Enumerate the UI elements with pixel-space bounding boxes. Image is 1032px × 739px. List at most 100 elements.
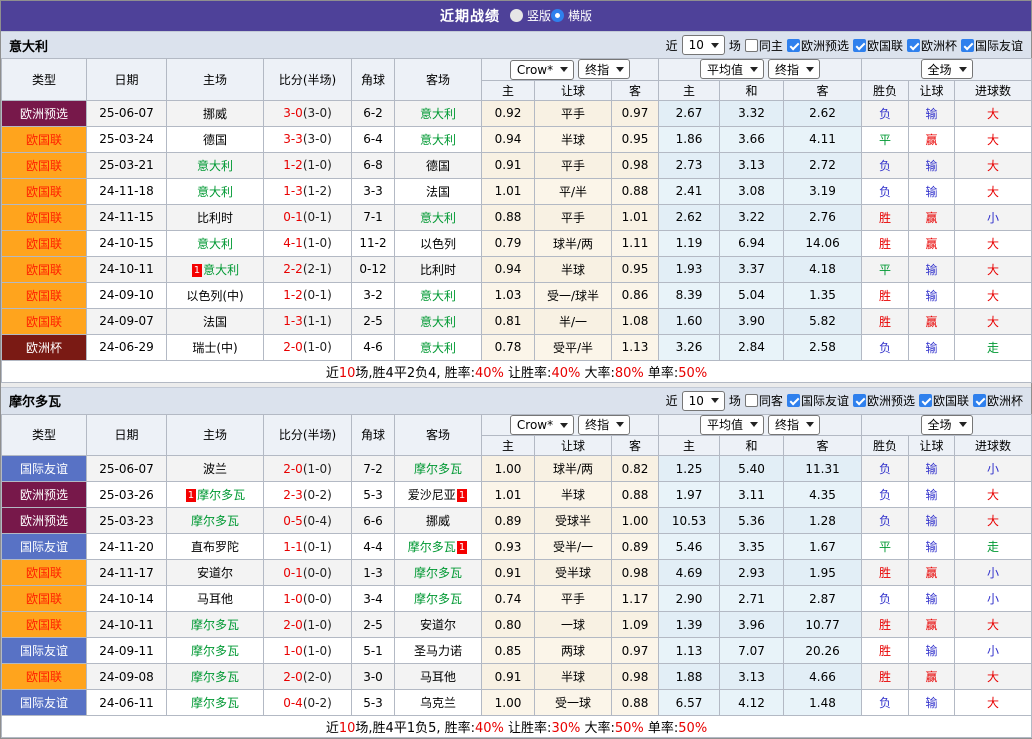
table-row: 欧国联24-09-07法国1-3(1-1)2-5意大利0.81半/一1.081.…	[2, 308, 1032, 334]
layout-radio-vertical[interactable]: 竖版	[510, 7, 551, 24]
same-venue-checkbox[interactable]	[745, 394, 758, 407]
away-team-cell: 马耳他	[395, 664, 482, 690]
away-team-cell: 安道尔	[395, 612, 482, 638]
table-row: 欧国联24-10-15意大利4-1(1-0)11-2以色列0.79球半/两1.1…	[2, 230, 1032, 256]
halftime-score: (0-4)	[303, 514, 332, 528]
away-team-link[interactable]: 意大利	[420, 211, 456, 225]
league-filter[interactable]: 欧洲杯	[973, 392, 1023, 409]
league-filter[interactable]: 欧国联	[853, 37, 903, 54]
league-filter[interactable]: 欧洲预选	[787, 37, 849, 54]
league-checkbox[interactable]	[853, 394, 866, 407]
date-cell: 25-06-07	[87, 456, 167, 482]
col-subheader: 客	[784, 80, 862, 100]
away-team-link[interactable]: 意大利	[420, 315, 456, 329]
away-team-link[interactable]: 法国	[426, 185, 450, 199]
same-venue-checkbox[interactable]	[745, 39, 758, 52]
league-label: 国际友谊	[801, 392, 849, 409]
odds-home-cell: 0.78	[482, 334, 535, 360]
away-team-link[interactable]: 意大利	[420, 133, 456, 147]
league-filter[interactable]: 欧洲杯	[907, 37, 957, 54]
home-team-link[interactable]: 摩尔多瓦	[197, 488, 245, 502]
home-team-link[interactable]: 意大利	[197, 185, 233, 199]
same-venue-filter[interactable]: 同主	[745, 37, 783, 54]
away-team-link[interactable]: 马耳他	[420, 670, 456, 684]
chevron-down-icon	[616, 422, 624, 427]
league-checkbox[interactable]	[973, 394, 986, 407]
home-team-link[interactable]: 摩尔多瓦	[191, 644, 239, 658]
home-team-link[interactable]: 摩尔多瓦	[191, 670, 239, 684]
odds-stage-select[interactable]: 终指	[578, 59, 630, 79]
away-team-link[interactable]: 比利时	[420, 263, 456, 277]
away-team-link[interactable]: 乌克兰	[420, 696, 456, 710]
home-team-link[interactable]: 以色列(中)	[186, 289, 243, 303]
scope-select[interactable]: 全场	[921, 415, 973, 435]
league-checkbox[interactable]	[919, 394, 932, 407]
home-team-link[interactable]: 波兰	[203, 462, 227, 476]
away-team-link[interactable]: 爱沙尼亚	[408, 488, 456, 502]
home-team-link[interactable]: 直布罗陀	[191, 540, 239, 554]
score-cell: 1-2(1-0)	[264, 152, 352, 178]
away-team-link[interactable]: 意大利	[420, 289, 456, 303]
odds-home-cell: 1.00	[482, 456, 535, 482]
home-team-link[interactable]: 摩尔多瓦	[191, 618, 239, 632]
scope-select[interactable]: 全场	[921, 59, 973, 79]
away-team-link[interactable]: 摩尔多瓦	[414, 592, 462, 606]
avg-odds-select[interactable]: 平均值	[700, 59, 764, 79]
home-team-link[interactable]: 比利时	[197, 211, 233, 225]
avg-away-cell: 5.82	[784, 308, 862, 334]
odds-home-cell: 0.89	[482, 508, 535, 534]
home-team-link[interactable]: 意大利	[197, 159, 233, 173]
home-team-link[interactable]: 安道尔	[197, 566, 233, 580]
avg-stage-select[interactable]: 终指	[768, 59, 820, 79]
away-team-link[interactable]: 德国	[426, 159, 450, 173]
away-team-link[interactable]: 挪威	[426, 514, 450, 528]
score-cell: 2-3(0-2)	[264, 482, 352, 508]
away-team-link[interactable]: 摩尔多瓦	[414, 462, 462, 476]
home-team-link[interactable]: 马耳他	[197, 592, 233, 606]
league-checkbox[interactable]	[787, 394, 800, 407]
home-team-link[interactable]: 挪威	[203, 107, 227, 121]
league-filter[interactable]: 欧国联	[919, 392, 969, 409]
away-team-link[interactable]: 意大利	[420, 341, 456, 355]
league-filter[interactable]: 国际友谊	[961, 37, 1023, 54]
odds-provider-select[interactable]: Crow*	[510, 415, 574, 435]
avg-odds-select[interactable]: 平均值	[700, 415, 764, 435]
away-team-link[interactable]: 以色列	[420, 237, 456, 251]
league-filter[interactable]: 欧洲预选	[853, 392, 915, 409]
home-team-link[interactable]: 意大利	[197, 237, 233, 251]
away-team-link[interactable]: 安道尔	[420, 618, 456, 632]
recent-count-select[interactable]: 10	[682, 391, 725, 411]
table-row: 欧国联24-10-14马耳他1-0(0-0)3-4摩尔多瓦0.74平手1.172…	[2, 586, 1032, 612]
avg-stage-select[interactable]: 终指	[768, 415, 820, 435]
home-team-link[interactable]: 德国	[203, 133, 227, 147]
odds-away-cell: 0.88	[612, 178, 659, 204]
home-team-link[interactable]: 意大利	[203, 263, 239, 277]
away-team-link[interactable]: 圣马力诺	[414, 644, 462, 658]
col-subheader: 客	[784, 436, 862, 456]
home-team-link[interactable]: 摩尔多瓦	[191, 514, 239, 528]
league-checkbox[interactable]	[907, 39, 920, 52]
home-team-link[interactable]: 瑞士(中)	[192, 341, 237, 355]
odds-stage-select[interactable]: 终指	[578, 415, 630, 435]
league-checkbox[interactable]	[787, 39, 800, 52]
summary-text: 近10场,胜4平2负4, 胜率:40% 让胜率:40% 大率:80% 单率:50…	[2, 360, 1032, 382]
away-team-link[interactable]: 摩尔多瓦	[414, 566, 462, 580]
league-filter[interactable]: 国际友谊	[787, 392, 849, 409]
recent-count-select[interactable]: 10	[682, 35, 725, 55]
away-team-link[interactable]: 摩尔多瓦	[408, 540, 456, 554]
corner-cell: 7-1	[352, 204, 395, 230]
fulltime-score: 2-0	[283, 340, 303, 354]
layout-radio-horizontal[interactable]: 横版	[551, 7, 592, 24]
league-checkbox[interactable]	[853, 39, 866, 52]
same-venue-label: 同客	[759, 392, 783, 409]
away-team-link[interactable]: 意大利	[420, 107, 456, 121]
home-team-link[interactable]: 摩尔多瓦	[191, 696, 239, 710]
home-team-link[interactable]: 法国	[203, 315, 227, 329]
odds-provider-select[interactable]: Crow*	[510, 60, 574, 80]
result-goals-cell: 大	[955, 126, 1032, 152]
same-venue-filter[interactable]: 同客	[745, 392, 783, 409]
date-cell: 25-03-21	[87, 152, 167, 178]
date-cell: 24-11-17	[87, 560, 167, 586]
league-checkbox[interactable]	[961, 39, 974, 52]
fulltime-score: 4-1	[283, 236, 303, 250]
